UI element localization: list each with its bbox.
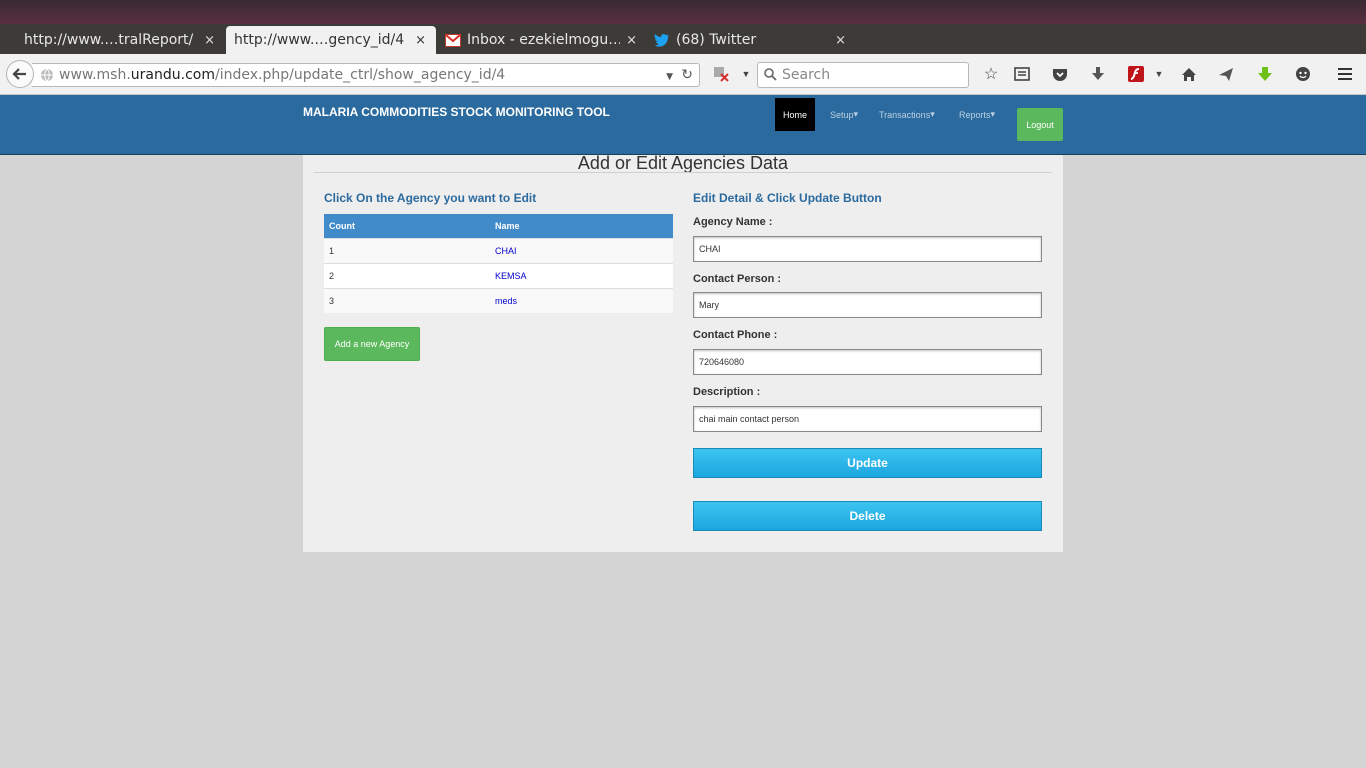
chevron-down-icon[interactable]: ▼ <box>735 63 757 85</box>
table-row[interactable]: 1 CHAI <box>324 237 673 263</box>
tab-title: http://www.…gency_id/4 <box>234 32 405 48</box>
url-host: urandu.com <box>130 67 215 83</box>
search-placeholder: Search <box>782 67 831 83</box>
home-icon[interactable] <box>1178 63 1200 85</box>
agency-link[interactable]: meds <box>490 287 673 313</box>
contact-phone-field[interactable] <box>693 349 1042 375</box>
agency-name-field[interactable] <box>693 236 1042 262</box>
close-icon[interactable]: × <box>835 33 846 48</box>
agency-link[interactable]: CHAI <box>490 237 673 263</box>
nav-label: Setup <box>830 109 854 120</box>
update-button[interactable]: Update <box>693 448 1042 478</box>
count-cell: 1 <box>324 237 490 263</box>
window-titlebar <box>0 0 1366 24</box>
nav-label: Home <box>783 109 808 120</box>
pocket-icon[interactable] <box>1049 63 1071 85</box>
globe-icon <box>40 68 54 82</box>
caret-down-icon: ▾ <box>990 109 996 119</box>
description-label: Description : <box>693 386 761 398</box>
table-header-row: Count Name <box>324 214 673 238</box>
agency-list-heading: Click On the Agency you want to Edit <box>324 191 537 205</box>
close-icon[interactable]: × <box>415 33 426 48</box>
agency-table: Count Name 1 CHAI 2 KEMSA 3 meds <box>324 214 673 313</box>
tab-agency[interactable]: http://www.…gency_id/4 × <box>226 26 436 54</box>
description-field[interactable] <box>693 406 1042 432</box>
search-input[interactable]: Search <box>757 62 969 88</box>
caret-down-icon: ▾ <box>930 109 935 119</box>
hamburger-menu-icon[interactable] <box>1334 63 1356 85</box>
logout-button[interactable]: Logout <box>1017 108 1063 141</box>
chevron-down-icon[interactable]: ▼ <box>666 72 673 82</box>
chevron-down-icon[interactable]: ▼ <box>1148 63 1170 85</box>
browser-toolbar: www.msh. urandu.com/index.php/update_ctrl… <box>0 54 1366 95</box>
count-cell: 2 <box>324 262 490 288</box>
search-icon <box>764 68 777 85</box>
caret-down-icon: ▾ <box>853 109 859 119</box>
column-header-count: Count <box>324 214 490 238</box>
app-header: MALARIA COMMODITIES STOCK MONITORING TOO… <box>0 95 1366 155</box>
back-button[interactable] <box>6 60 34 88</box>
nav-home[interactable]: Home <box>775 98 816 131</box>
edit-detail-heading: Edit Detail & Click Update Button <box>693 191 882 205</box>
url-prefix: www.msh. <box>59 67 131 83</box>
count-cell: 3 <box>324 287 490 313</box>
app-brand[interactable]: MALARIA COMMODITIES STOCK MONITORING TOO… <box>303 105 610 119</box>
bookmark-star-icon[interactable]: ☆ <box>980 63 1002 85</box>
contact-person-field[interactable] <box>693 292 1042 318</box>
tab-twitter[interactable]: (68) Twitter × <box>648 26 856 54</box>
download-helper-icon[interactable] <box>1254 63 1276 85</box>
title-divider <box>314 172 1052 173</box>
column-header-name: Name <box>490 214 673 238</box>
download-icon[interactable] <box>1087 63 1109 85</box>
add-agency-button[interactable]: Add a new Agency <box>324 327 420 361</box>
contact-person-label: Contact Person : <box>693 273 782 285</box>
back-arrow-icon <box>12 68 26 80</box>
table-row[interactable]: 3 meds <box>324 287 673 313</box>
nav-setup[interactable]: Setup ▾ <box>822 98 866 131</box>
nav-label: Transactions <box>879 109 931 120</box>
nav-label: Reports <box>959 109 991 120</box>
delete-button[interactable]: Delete <box>693 501 1042 531</box>
agency-link[interactable]: KEMSA <box>490 262 673 288</box>
flash-icon[interactable] <box>1125 63 1147 85</box>
table-row[interactable]: 2 KEMSA <box>324 262 673 288</box>
main-panel: Add or Edit Agencies Data Click On the A… <box>303 153 1063 552</box>
url-path: /index.php/update_ctrl/show_agency_id/4 <box>214 67 506 83</box>
close-icon[interactable]: × <box>204 33 215 48</box>
nav-transactions[interactable]: Transactions ▾ <box>871 98 943 131</box>
tab-title: http://www.…tralReport/ <box>24 32 194 48</box>
gmail-icon <box>445 32 461 48</box>
chat-icon[interactable] <box>1292 63 1314 85</box>
tab-title: (68) Twitter <box>676 32 757 48</box>
reading-list-icon[interactable] <box>1011 63 1033 85</box>
url-bar[interactable]: www.msh. urandu.com/index.php/update_ctrl… <box>32 63 700 87</box>
reload-icon[interactable]: ↻ <box>681 67 693 83</box>
tab-strip: http://www.…tralReport/ × http://www.…ge… <box>0 24 1366 72</box>
contact-phone-label: Contact Phone : <box>693 329 778 341</box>
tab-central-report[interactable]: http://www.…tralReport/ × <box>0 26 225 54</box>
close-icon[interactable]: × <box>626 33 637 48</box>
agency-name-label: Agency Name : <box>693 216 773 228</box>
twitter-icon <box>654 32 670 48</box>
page-title: Add or Edit Agencies Data <box>577 153 789 173</box>
nav-reports[interactable]: Reports ▾ <box>951 98 1003 131</box>
addon-blocked-icon[interactable] <box>710 63 732 85</box>
send-icon[interactable] <box>1215 63 1237 85</box>
tab-title: Inbox - ezekielmogu… <box>467 32 621 48</box>
tab-gmail-inbox[interactable]: Inbox - ezekielmogu… × <box>437 26 647 54</box>
